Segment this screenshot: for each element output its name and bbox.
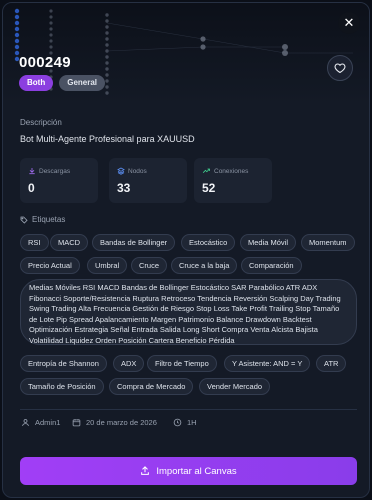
stat-conexiones: Conexiones 52 xyxy=(194,158,272,203)
stat-label: Conexiones xyxy=(214,167,249,175)
badge-general: General xyxy=(59,75,106,91)
tags-label: Etiquetas xyxy=(32,215,66,224)
description-text: Bot Multi-Agente Profesional para XAUUSD xyxy=(20,134,195,144)
stat-nodos: Nodos 33 xyxy=(109,158,187,203)
tag-chip[interactable]: Cruce xyxy=(131,257,168,274)
bot-detail-modal: 000249 Both General ✕ Descripción Bot Mu… xyxy=(2,2,370,498)
tag-chip[interactable]: ADX xyxy=(113,355,145,372)
tag-chip[interactable]: RSI xyxy=(20,234,49,251)
close-icon: ✕ xyxy=(343,15,355,30)
upload-icon xyxy=(141,466,150,475)
user-icon xyxy=(22,419,29,427)
calendar-icon xyxy=(72,419,81,427)
description-label: Descripción xyxy=(20,118,62,127)
tag-chip[interactable]: Comparación xyxy=(241,257,302,274)
tag-chip[interactable]: MACD xyxy=(50,234,89,251)
tag-chip[interactable]: Filtro de Tiempo xyxy=(147,355,217,372)
stat-descargas: Descargas 0 xyxy=(20,158,98,203)
tag-chip[interactable]: Vender Mercado xyxy=(199,378,271,395)
timeframe-value: 1H xyxy=(187,418,197,427)
stat-label: Nodos xyxy=(128,167,147,175)
favorite-button[interactable] xyxy=(327,55,353,81)
tag-chip[interactable]: Media Móvil xyxy=(240,234,297,251)
badge-both: Both xyxy=(19,75,54,91)
layers-icon xyxy=(117,167,125,175)
tag-icon xyxy=(20,216,28,224)
bot-title: 000249 xyxy=(19,54,71,71)
stat-value: 52 xyxy=(202,181,216,195)
tags-section-label: Etiquetas xyxy=(20,215,65,224)
tag-chip[interactable]: Bandas de Bollinger xyxy=(92,234,176,251)
trend-icon xyxy=(202,168,210,173)
close-button[interactable]: ✕ xyxy=(338,12,360,34)
tag-chip[interactable]: Cruce a la baja xyxy=(171,257,238,274)
meta-timeframe: 1H xyxy=(173,418,197,427)
created-date: 20 de marzo de 2026 xyxy=(86,418,157,427)
stat-value: 0 xyxy=(28,181,35,195)
download-icon xyxy=(29,168,35,175)
tag-chip-long[interactable]: Medias Móviles RSI MACD Bandas de Bollin… xyxy=(20,279,357,345)
tag-chip[interactable]: Entropía de Shannon xyxy=(20,355,107,372)
tag-chip[interactable]: Momentum xyxy=(301,234,355,251)
stat-value: 33 xyxy=(117,181,131,195)
clock-icon xyxy=(173,418,182,427)
stat-label: Descargas xyxy=(39,167,71,175)
tag-chip[interactable]: Precio Actual xyxy=(20,257,80,274)
heart-icon xyxy=(334,63,346,74)
tag-chip[interactable]: Estocástico xyxy=(181,234,236,251)
tag-chip[interactable]: Umbral xyxy=(87,257,128,274)
tag-chip[interactable]: ATR xyxy=(316,355,347,372)
import-to-canvas-button[interactable]: Importar al Canvas xyxy=(20,457,357,485)
import-button-label: Importar al Canvas xyxy=(156,465,237,477)
tag-chip[interactable]: Compra de Mercado xyxy=(109,378,194,395)
meta-date: 20 de marzo de 2026 xyxy=(72,418,157,427)
preview-header: 000249 Both General ✕ xyxy=(3,3,369,105)
divider xyxy=(20,409,357,410)
tag-chip[interactable]: Y Asistente: AND = Y xyxy=(224,355,311,372)
meta-author: Admin1 xyxy=(21,418,60,427)
header-badges: Both General xyxy=(19,75,106,91)
tag-chip[interactable]: Tamaño de Posición xyxy=(20,378,104,395)
author-name: Admin1 xyxy=(35,418,61,427)
